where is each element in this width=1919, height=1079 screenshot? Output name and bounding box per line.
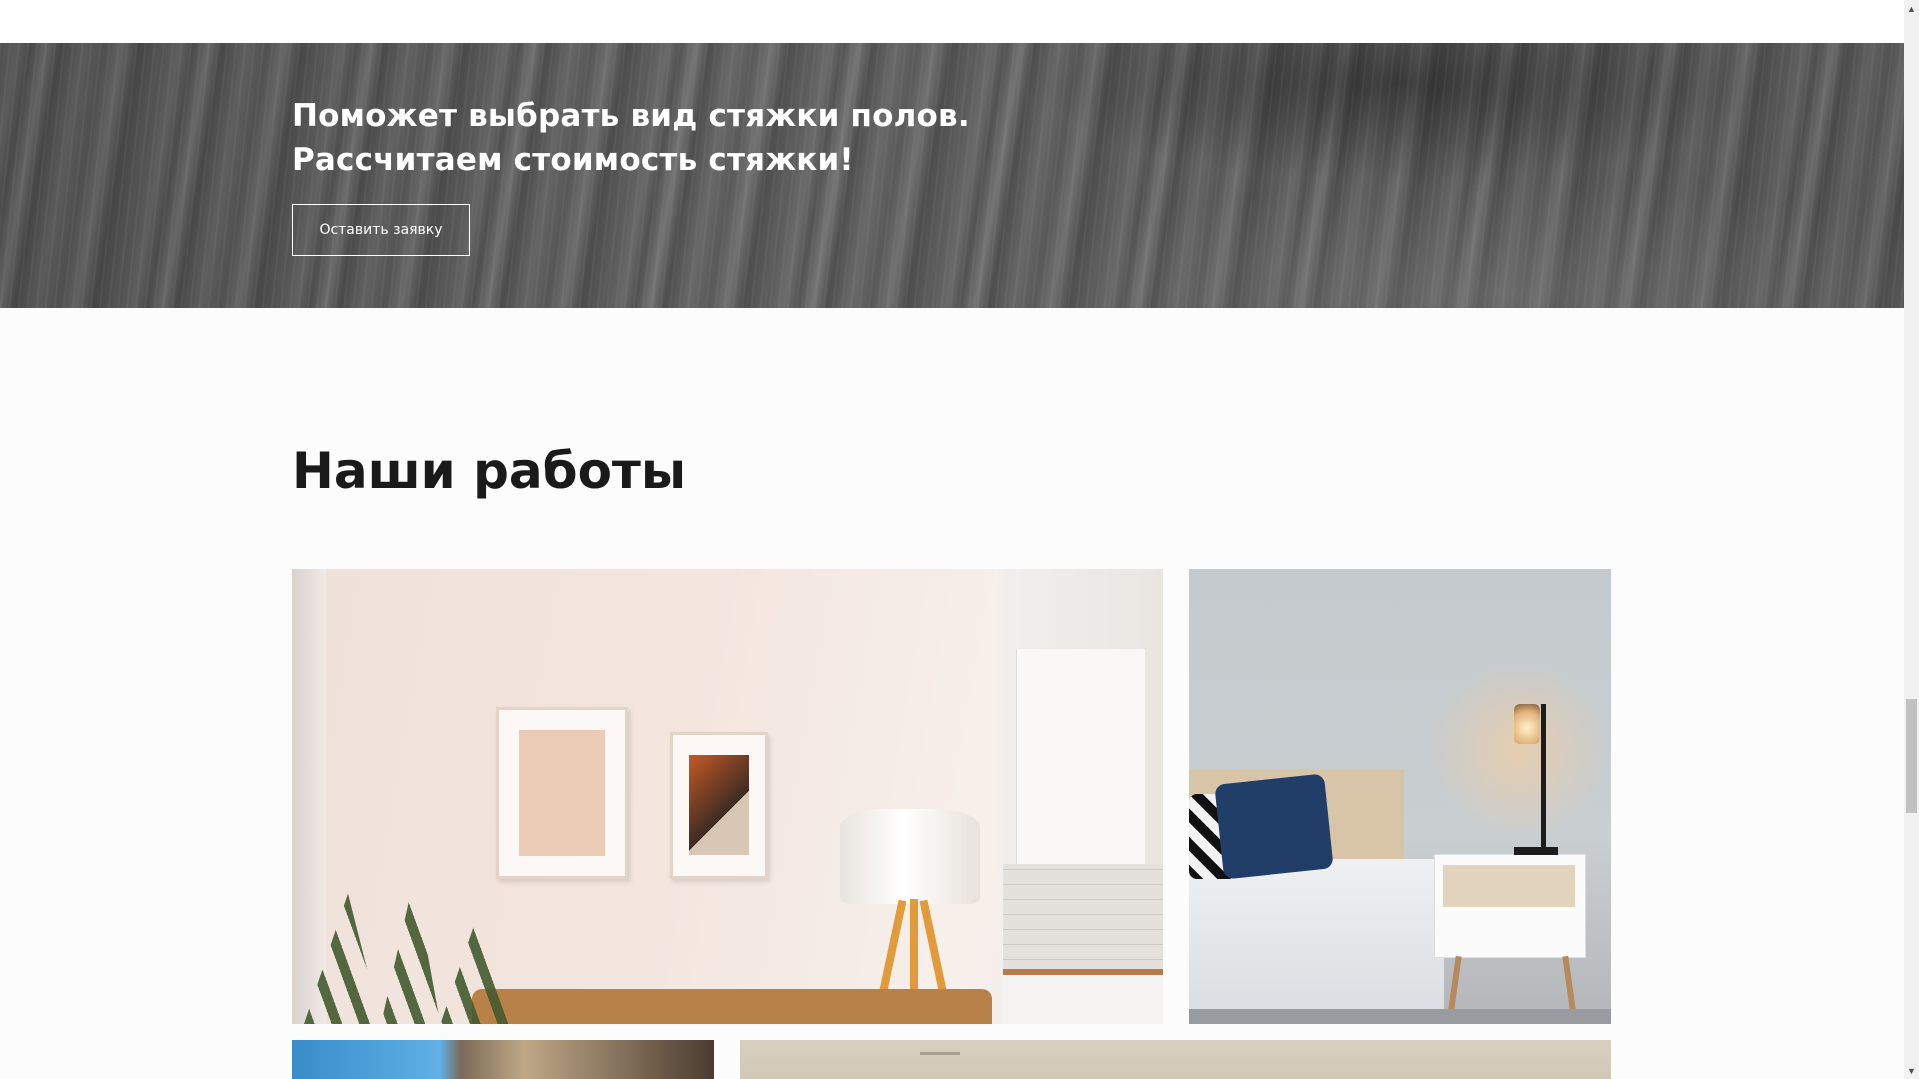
page-scrollbar[interactable]: ▲ ▼ xyxy=(1904,0,1919,1079)
page: Поможет выбрать вид стяжки полов. Рассчи… xyxy=(0,0,1904,1079)
works-section-title: Наши работы xyxy=(292,442,687,500)
hero-banner: Поможет выбрать вид стяжки полов. Рассчи… xyxy=(0,43,1904,308)
scroll-down-icon[interactable]: ▼ xyxy=(1904,1062,1919,1079)
scroll-thumb[interactable] xyxy=(1906,699,1917,813)
lamp-base-shape xyxy=(1514,847,1558,855)
hero-title: Поможет выбрать вид стяжки полов. Рассчи… xyxy=(292,94,970,182)
leave-request-button[interactable]: Оставить заявку xyxy=(292,204,470,256)
hero-title-line-2: Рассчитаем стоимость стяжки! xyxy=(292,142,854,178)
bedside-lamp-shape xyxy=(1514,704,1540,744)
plant-shape xyxy=(304,879,524,1024)
lamp-pole-shape xyxy=(1541,704,1546,854)
work-photo-4[interactable] xyxy=(740,1040,1611,1079)
work-photo-living-room[interactable] xyxy=(292,569,1163,1024)
sofa-shape xyxy=(472,989,992,1024)
bed-shape xyxy=(1189,859,1444,1024)
pillow-blue-shape xyxy=(1214,773,1334,880)
kitchen-tiles-shape xyxy=(1003,864,1163,974)
scroll-up-icon[interactable]: ▲ xyxy=(1904,0,1919,17)
mirror-shape xyxy=(292,569,326,1024)
top-strip xyxy=(0,0,1904,43)
work-photo-bedroom[interactable] xyxy=(1189,569,1611,1024)
hero-title-line-1: Поможет выбрать вид стяжки полов. xyxy=(292,98,970,134)
kitchen-counter-shape xyxy=(1003,969,1163,1024)
wall-art-frame-1 xyxy=(496,707,628,879)
work-photo-3[interactable] xyxy=(292,1040,714,1079)
floor-lamp-shade xyxy=(840,809,980,904)
floor-shape xyxy=(1189,1009,1611,1024)
nightstand-shape xyxy=(1434,854,1586,958)
kitchen-cabinet-shape xyxy=(1016,649,1145,884)
wall-art-frame-2 xyxy=(670,732,768,879)
